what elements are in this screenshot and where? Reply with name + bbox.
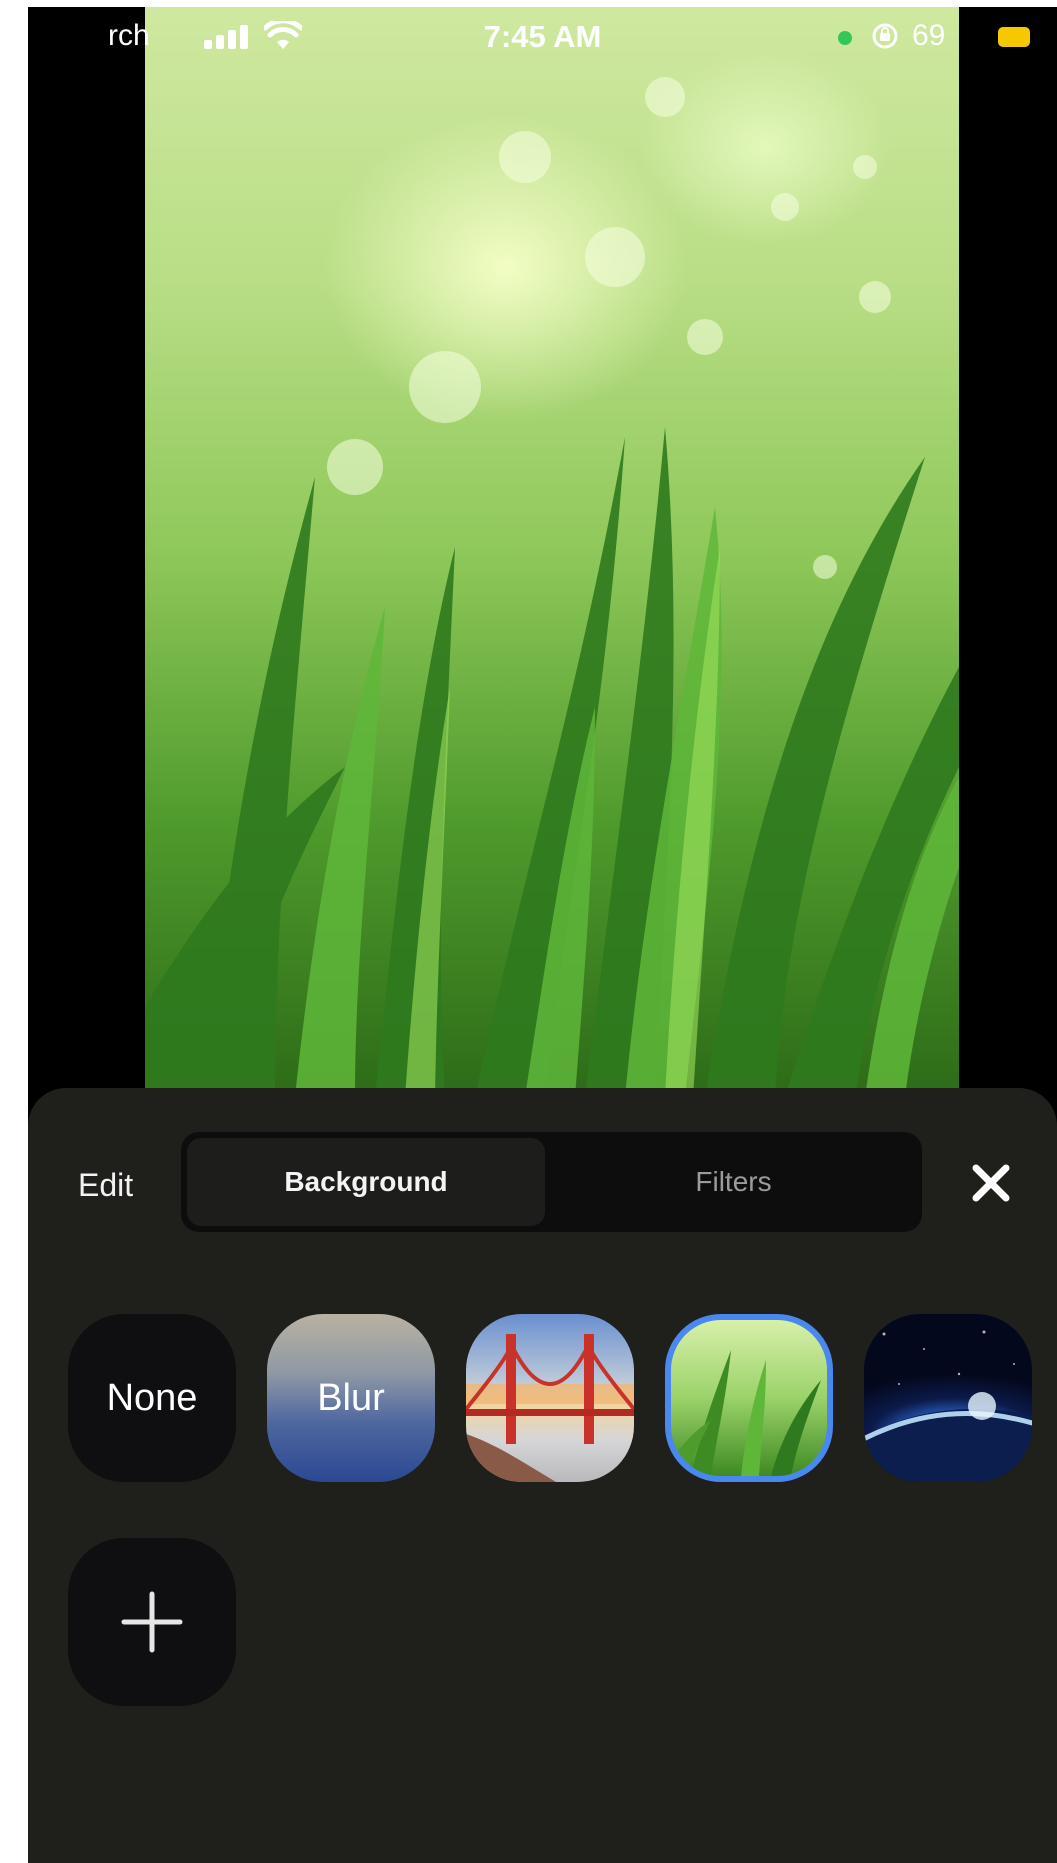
rotation-lock-icon [870,21,900,58]
phone-screen: rch 7:45 AM 69 Edit Background Filters N… [28,7,1057,1863]
tab-background[interactable]: Background [187,1138,545,1226]
background-option-earth[interactable] [864,1314,1032,1482]
status-bar: rch 7:45 AM 69 [28,7,1057,67]
golden-gate-bridge-thumbnail [466,1334,634,1482]
plus-icon [121,1591,183,1653]
battery-percent: 69 [912,19,946,52]
background-option-golden-gate-bridge[interactable] [466,1314,634,1482]
background-option-none[interactable]: None [68,1314,236,1482]
grass-illustration [145,77,959,1097]
background-option-label: Blur [317,1376,385,1419]
earth-thumbnail [864,1330,1032,1482]
close-icon [972,1164,1010,1202]
edit-background-sheet: Edit Background Filters None Blur [28,1088,1057,1863]
edit-label: Edit [78,1167,134,1203]
status-time: 7:45 AM [483,19,602,54]
battery-icon [998,27,1030,47]
edit-mode-segmented-control: Background Filters [181,1132,922,1232]
background-option-label: None [106,1376,198,1419]
grass-thumbnail [671,1350,821,1476]
add-background-button[interactable] [68,1538,236,1706]
tab-filters[interactable]: Filters [551,1138,916,1226]
background-preview-image [145,7,959,1097]
camera-dot-icon [838,31,852,45]
background-option-blur[interactable]: Blur [267,1314,435,1482]
close-button[interactable] [968,1160,1014,1206]
background-option-grass[interactable] [665,1314,833,1482]
